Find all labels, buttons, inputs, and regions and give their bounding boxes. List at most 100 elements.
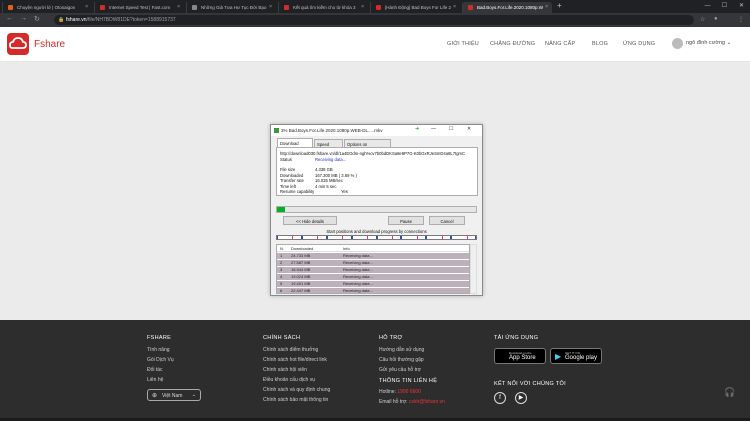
connection-segment <box>426 236 452 239</box>
pause-button[interactable]: Pause <box>388 216 424 225</box>
tab-title: Chuyện người lớ | Otosaigon <box>17 5 76 10</box>
new-tab-button[interactable]: + <box>557 1 562 10</box>
footer-link[interactable]: Chính sách bảo mật thông tin <box>263 397 328 403</box>
browser-tab[interactable]: Kết quả tìm kiếm cho từ khóa 3 × <box>278 2 368 13</box>
footer-link[interactable]: Chính sách hot file/direct link <box>263 357 327 363</box>
close-icon[interactable]: × <box>177 4 180 10</box>
tab-speed-limiter[interactable]: Speed Limiter <box>314 139 343 152</box>
footer-link[interactable]: Liên hệ <box>147 377 163 383</box>
connections-label: Start positions and download progress by… <box>326 229 427 234</box>
back-icon[interactable]: ← <box>6 15 13 22</box>
menu-item-upgrade[interactable]: NÂNG CẤP <box>545 41 575 47</box>
language-select[interactable]: ⊕ Việt Nam ⌄ <box>147 389 201 401</box>
segment-marker <box>367 236 369 239</box>
footer-link[interactable]: Tính năng <box>147 347 170 353</box>
segment-marker <box>342 236 344 239</box>
table-row[interactable]: 5 19.401 MB Receiving data... <box>277 281 469 287</box>
window-controls: — ☐ ✕ <box>699 0 750 13</box>
cell-info: Receiving data... <box>343 281 373 286</box>
segment-done <box>451 236 453 239</box>
app-store-button[interactable]: Download on the App Store <box>494 348 546 364</box>
column-header: Info <box>343 246 350 251</box>
cell-downloaded: 22.447 MB <box>291 288 311 293</box>
favicon-icon <box>376 5 381 10</box>
footer-link[interactable]: Điều khoản cấu dịch vụ <box>263 377 315 383</box>
brand-name[interactable]: Fshare <box>34 39 65 50</box>
minimize-icon[interactable]: — <box>699 0 716 13</box>
table-row[interactable]: 6 22.447 MB Receiving data... <box>277 288 469 293</box>
cell-n: 6 <box>280 288 283 293</box>
browser-tab[interactable]: [Hành Động] Bad Boys For Life 2 × <box>370 2 460 13</box>
progress-fill <box>277 207 286 212</box>
cell-n: 2 <box>280 260 283 265</box>
hide-details-button[interactable]: << Hide details <box>283 216 337 225</box>
table-scrollbar[interactable] <box>470 244 477 294</box>
minimize-icon[interactable]: — <box>431 126 436 132</box>
headset-icon[interactable]: 🎧 <box>724 387 735 398</box>
browser-tab[interactable]: Internet Speed Test | Fast.com × <box>94 2 184 13</box>
menu-item-blog[interactable]: BLOG <box>592 41 608 47</box>
avatar[interactable] <box>672 38 683 49</box>
column-header: N. <box>280 246 284 251</box>
download-url: http://download030.fshare.vn/dl/1a4EOdm-… <box>280 151 466 156</box>
footer-link[interactable]: Gói Dịch Vụ <box>147 357 174 363</box>
connection-segment <box>351 236 377 239</box>
close-window-icon[interactable]: ✕ <box>733 0 750 13</box>
facebook-icon[interactable]: f <box>494 392 506 404</box>
address-bar-row: ← → ↻ 🔒 fshare.vn/file/NH7BDW81DE?token=… <box>0 13 750 27</box>
table-row[interactable]: 3 18.944 MB Receiving data... <box>277 267 469 273</box>
menu-item-about[interactable]: GIỚI THIỆU <box>447 41 479 47</box>
url-host: fshare.vn <box>66 17 87 23</box>
fshare-logo-icon[interactable] <box>7 33 29 55</box>
hotline-number[interactable]: 1900 6600 <box>397 389 421 395</box>
browser-tab[interactable]: Chuyện người lớ | Otosaigon × <box>2 2 92 13</box>
footer-link[interactable]: Chính sách và quy định chung <box>263 387 330 393</box>
footer-link[interactable]: Đối tác <box>147 367 163 373</box>
youtube-icon[interactable]: ▶ <box>515 392 527 404</box>
footer-link[interactable]: Gửi yêu cầu hỗ trợ <box>379 367 421 373</box>
url-field[interactable]: 🔒 fshare.vn/file/NH7BDW81DE?token=158891… <box>54 15 694 25</box>
footer-link[interactable]: Hướng dẫn sử dụng <box>379 347 424 353</box>
star-icon[interactable]: ☆ <box>700 16 705 23</box>
browser-tab-strip: Chuyện người lớ | Otosaigon × Internet Sp… <box>0 0 750 13</box>
close-icon[interactable]: × <box>269 4 272 10</box>
maximize-icon[interactable]: ☐ <box>716 0 733 13</box>
user-menu[interactable]: ngô đình cường ⌄ <box>686 40 731 46</box>
browser-tab[interactable]: Những Giả Tưa Hư Tục Đời Bạo × <box>186 2 276 13</box>
resume-label: Resume capability <box>280 189 315 194</box>
cell-n: 5 <box>280 281 283 286</box>
cancel-button[interactable]: Cancel <box>429 216 465 225</box>
time-left-label: Time left <box>280 183 296 189</box>
cell-downloaded: 19.024 MB <box>291 274 311 279</box>
close-icon[interactable]: × <box>545 4 548 10</box>
button-label: Cancel <box>440 219 454 224</box>
menu-item-apps[interactable]: ỨNG DỤNG <box>623 41 655 47</box>
reload-icon[interactable]: ↻ <box>34 15 40 23</box>
footer-link[interactable]: Chính sách điểm thưởng <box>263 347 318 353</box>
menu-kebab-icon[interactable]: ⋮ <box>738 16 744 23</box>
user-name: ngô đình cường <box>686 40 726 46</box>
tab-title: [Hành Động] Bad Boys For Life 2 <box>385 5 452 10</box>
menu-item-journey[interactable]: CHẶNG ĐƯỜNG <box>490 41 535 47</box>
forward-icon[interactable]: → <box>20 15 27 22</box>
close-icon[interactable]: ✕ <box>467 126 471 132</box>
tab-download-status[interactable]: Download status <box>277 138 313 151</box>
profile-icon[interactable]: ● <box>714 16 718 22</box>
close-icon[interactable]: × <box>453 4 456 10</box>
button-label: Pause <box>400 219 412 224</box>
footer-link[interactable]: Chính sách hội viên <box>263 367 307 373</box>
browser-tab-active[interactable]: Bad.Boys.For.Life.2020.1080p.W × <box>462 2 552 13</box>
footer-link[interactable]: Câu hỏi thường gặp <box>379 357 424 363</box>
table-row[interactable]: 4 19.024 MB Receiving data... <box>277 274 469 280</box>
footer-heading-apps: TẢI ỨNG DỤNG <box>494 335 539 341</box>
table-row[interactable]: 2 27.587 MB Receiving data... <box>277 260 469 266</box>
maximize-icon[interactable]: ☐ <box>449 126 453 132</box>
footer-heading-social: KẾT NỐI VỚI CHÚNG TÔI <box>494 381 566 387</box>
tab-options-on-completion[interactable]: Options on completion <box>344 139 391 152</box>
close-icon[interactable]: × <box>361 4 364 10</box>
column-header: Downloaded <box>291 246 314 251</box>
close-icon[interactable]: × <box>85 4 88 10</box>
google-play-button[interactable]: ▶ GET IT ON Google play <box>550 348 602 364</box>
email-address[interactable]: cskh@fshare.vn <box>409 399 445 405</box>
table-row[interactable]: 1 24.733 MB Receiving data... <box>277 253 469 259</box>
